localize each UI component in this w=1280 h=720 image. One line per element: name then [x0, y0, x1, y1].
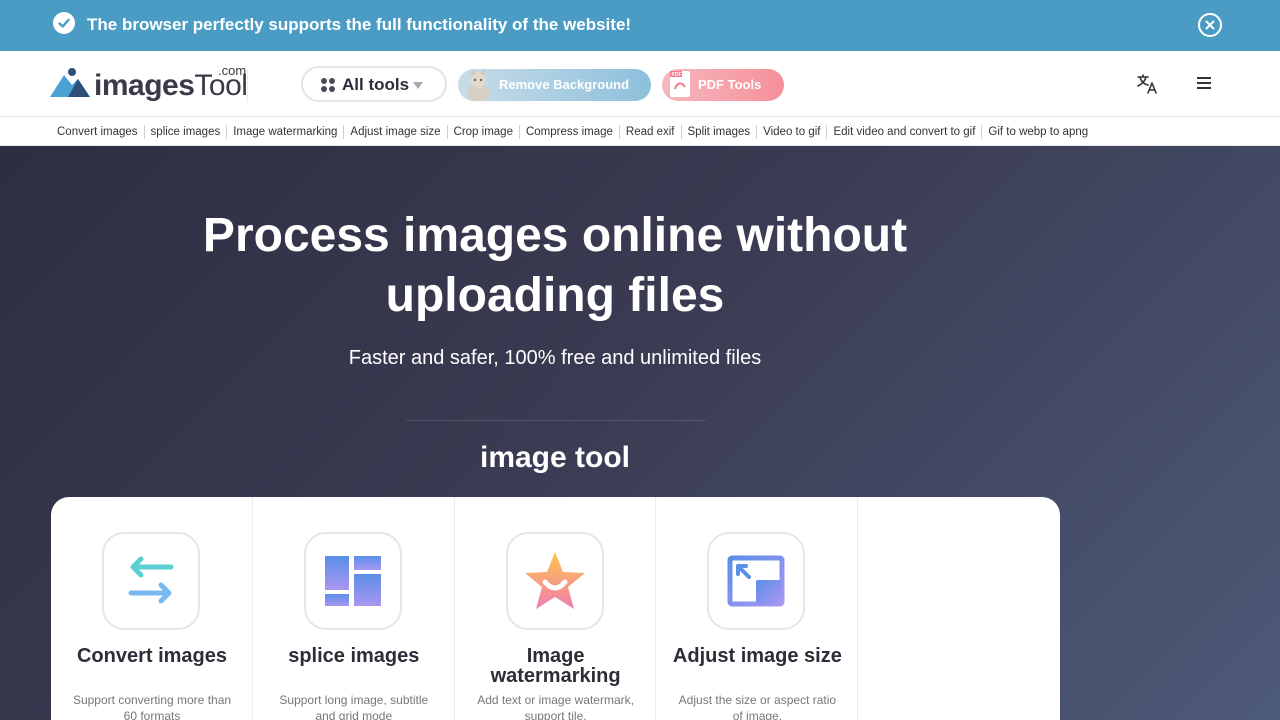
tool-card-convert-images[interactable]: Convert images Support converting more t…: [51, 497, 253, 720]
subnav-item-image-watermarking[interactable]: Image watermarking: [226, 125, 343, 139]
subnav-item-splice-images[interactable]: splice images: [143, 125, 227, 139]
close-icon: [1205, 20, 1215, 30]
section-title: image tool: [479, 441, 630, 474]
subnav-item-edit-video-to-gif[interactable]: Edit video and convert to gif: [826, 125, 981, 139]
menu-button[interactable]: [1196, 77, 1214, 93]
subnav-item-read-exif[interactable]: Read exif: [618, 125, 681, 139]
subnav-item-split-images[interactable]: Split images: [680, 125, 757, 139]
tool-name: Adjust image size: [672, 645, 842, 667]
tool-card-adjust-image-size[interactable]: Adjust image size Adjust the size or asp…: [656, 497, 859, 720]
subnav-item-video-to-gif[interactable]: Video to gif: [756, 125, 826, 139]
hero-subtitle: Faster and safer, 100% free and unlimite…: [348, 347, 762, 369]
site-logo[interactable]: imagesTool .com: [50, 63, 255, 105]
caret-down-icon: [413, 82, 423, 89]
hero-section: Process images online without uploading …: [0, 146, 1280, 720]
tool-card-splice-images[interactable]: splice images Support long image, subtit…: [253, 497, 455, 720]
tool-description: Support converting more than 60 formats: [72, 693, 232, 720]
site-header: imagesTool .com All tools Remove Backgro…: [0, 51, 1280, 117]
subnav-item-convert-images[interactable]: Convert images: [51, 125, 144, 139]
subnav-item-gif-to-webp[interactable]: Gif to webp to apng: [981, 125, 1094, 139]
check-circle-icon: [53, 12, 75, 34]
tool-description: Support long image, subtitle and grid mo…: [279, 693, 429, 720]
watermark-star-icon: [505, 532, 604, 630]
subnav-item-compress-image[interactable]: Compress image: [518, 125, 619, 139]
logo-mountain-icon: [50, 68, 90, 97]
banner-message: The browser perfectly supports the full …: [87, 15, 632, 34]
logo-domain: .com: [218, 63, 247, 78]
hero-title: Process images online without uploading …: [202, 209, 908, 322]
remove-background-label: Remove Background: [499, 77, 630, 92]
all-tools-label: All tools: [342, 75, 410, 94]
tool-description: Add text or image watermark, support til…: [477, 693, 634, 720]
subnav-item-crop-image[interactable]: Crop image: [446, 125, 519, 139]
tool-card-image-watermarking[interactable]: Image watermarking Add text or image wat…: [455, 497, 657, 720]
tool-name: Image watermarking: [490, 645, 621, 687]
subnav-list: Convert images splice images Image water…: [51, 125, 1094, 139]
tool-name: Convert images: [76, 645, 228, 667]
language-button[interactable]: [1134, 71, 1160, 97]
all-tools-dropdown[interactable]: All tools: [301, 66, 447, 102]
close-banner-button[interactable]: [1198, 13, 1222, 37]
hero-divider: [406, 420, 706, 421]
pdf-tools-label: PDF Tools: [698, 77, 762, 92]
grid-dots-icon: [321, 78, 335, 92]
tool-card-empty: [858, 497, 1060, 720]
pdf-tools-button[interactable]: PDF PDF Tools: [662, 69, 784, 101]
translate-icon: [1137, 74, 1157, 94]
tools-grid: Convert images Support converting more t…: [51, 497, 1060, 720]
resize-icon: [707, 532, 806, 630]
splice-grid-icon: [303, 532, 402, 630]
tools-subnav: Convert images splice images Image water…: [0, 118, 1280, 146]
remove-background-button[interactable]: Remove Background: [458, 69, 651, 101]
tool-name: splice images: [288, 645, 420, 667]
convert-arrows-icon: [102, 532, 200, 630]
pdf-file-icon: PDF: [670, 71, 690, 97]
subnav-item-adjust-image-size[interactable]: Adjust image size: [343, 125, 446, 139]
compatibility-banner: The browser perfectly supports the full …: [0, 0, 1280, 51]
tool-description: Adjust the size or aspect ratio of image…: [678, 693, 837, 720]
svg-text:PDF: PDF: [672, 72, 682, 78]
cat-icon: [467, 69, 489, 101]
